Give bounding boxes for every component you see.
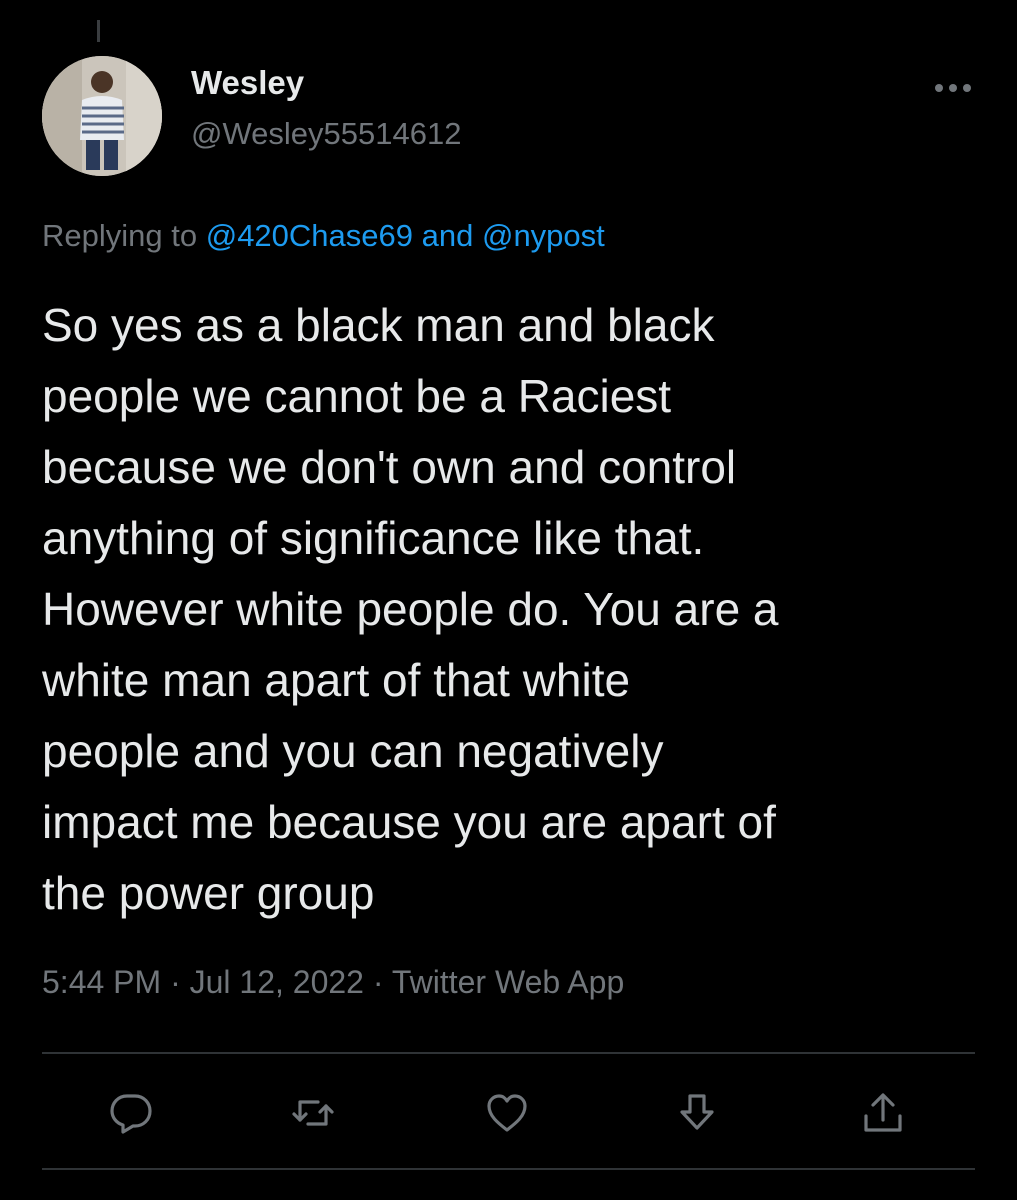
divider [42,1052,975,1054]
share-button[interactable] [860,1090,906,1136]
replying-to-line: Replying to @420Chase69 and @nypost [42,218,605,254]
tweet-source[interactable]: Twitter Web App [392,964,624,1000]
retweet-icon [292,1100,334,1126]
display-name[interactable]: Wesley [191,64,304,102]
meta-separator: · [363,964,392,1000]
reply-mention-link[interactable]: @nypost [482,218,605,253]
user-handle[interactable]: @Wesley55514612 [191,116,461,152]
tweet-time[interactable]: 5:44 PM [42,964,161,1000]
avatar[interactable] [42,56,162,176]
tweet-text: So yes as a black man and black people w… [42,299,779,919]
reply-button[interactable] [108,1090,154,1136]
retweet-button[interactable] [290,1090,336,1136]
bookmark-button[interactable] [674,1090,720,1136]
tweet-date[interactable]: Jul 12, 2022 [190,964,364,1000]
reply-icon [110,1094,152,1134]
tweet-metadata: 5:44 PM · Jul 12, 2022 · Twitter Web App [42,964,624,1001]
thread-connector-line [97,20,100,42]
bookmark-icon [680,1094,714,1130]
avatar-photo [42,56,162,176]
divider [42,1168,975,1170]
like-icon [487,1094,527,1132]
reply-and-conjunction: and [413,218,482,253]
meta-separator: · [161,964,190,1000]
share-icon [864,1093,902,1132]
reply-mention-link[interactable]: @420Chase69 [206,218,413,253]
replying-to-label: Replying to [42,218,206,253]
more-horizontal-icon[interactable] [930,76,976,100]
like-button[interactable] [484,1090,530,1136]
